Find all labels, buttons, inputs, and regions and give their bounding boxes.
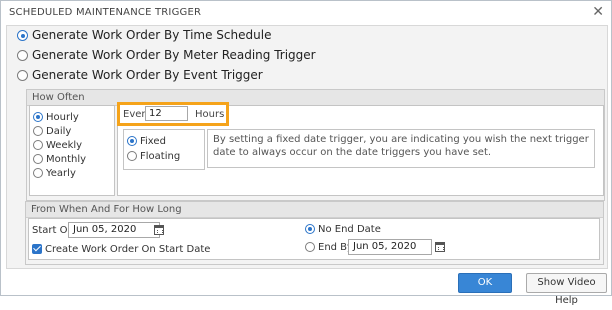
show-video-help-button[interactable]: Show Video Help — [526, 273, 607, 306]
how-often-header: How Often — [27, 90, 604, 106]
calendar-icon[interactable] — [435, 242, 445, 252]
mode-label: Fixed — [140, 136, 166, 147]
radio-icon[interactable] — [17, 50, 28, 61]
close-icon[interactable]: ✕ — [592, 4, 604, 20]
frequency-panel: Hourly Daily Weekly Monthly Yearly — [29, 105, 115, 196]
end-option-no-end-date[interactable]: No End Date — [305, 224, 381, 235]
trigger-option-event[interactable]: Generate Work Order By Event Trigger — [17, 68, 263, 82]
dialog-title: SCHEDULED MAINTENANCE TRIGGER — [9, 7, 202, 18]
frequency-yearly[interactable]: Yearly — [33, 168, 76, 179]
frequency-label: Monthly — [46, 154, 87, 165]
trigger-option-label: Generate Work Order By Meter Reading Tri… — [32, 48, 316, 62]
ok-button[interactable]: OK — [458, 273, 512, 293]
trigger-mode-panel: Fixed Floating — [123, 129, 205, 170]
mode-fixed[interactable]: Fixed — [127, 136, 166, 147]
frequency-label: Yearly — [46, 168, 76, 179]
frequency-label: Hourly — [46, 112, 79, 123]
create-on-start-label: Create Work Order On Start Date — [45, 244, 211, 255]
duration-title: From When And For How Long — [31, 204, 182, 215]
radio-icon[interactable] — [33, 140, 43, 150]
trigger-option-label: Generate Work Order By Event Trigger — [32, 68, 263, 82]
end-option-end-by[interactable]: End By — [305, 242, 353, 253]
start-date-input[interactable]: Jun 05, 2020 — [68, 222, 160, 238]
radio-selected-icon[interactable] — [305, 224, 315, 234]
radio-selected-icon[interactable] — [33, 112, 43, 122]
every-interval-highlight: Every 12 Hours — [117, 102, 229, 126]
duration-header: From When And For How Long — [26, 202, 603, 218]
trigger-option-meter-reading[interactable]: Generate Work Order By Meter Reading Tri… — [17, 48, 316, 62]
frequency-daily[interactable]: Daily — [33, 126, 71, 137]
end-date-input[interactable]: Jun 05, 2020 — [348, 239, 432, 255]
radio-icon[interactable] — [33, 168, 43, 178]
frequency-weekly[interactable]: Weekly — [33, 140, 82, 151]
radio-icon[interactable] — [305, 242, 315, 252]
frequency-label: Daily — [46, 126, 72, 137]
calendar-icon[interactable] — [154, 225, 164, 235]
end-option-label: No End Date — [318, 224, 381, 235]
radio-icon[interactable] — [17, 70, 28, 81]
trigger-option-time-schedule[interactable]: Generate Work Order By Time Schedule — [17, 28, 271, 42]
how-often-title: How Often — [32, 92, 85, 103]
frequency-monthly[interactable]: Monthly — [33, 154, 86, 165]
radio-selected-icon[interactable] — [17, 30, 28, 41]
checkbox-checked-icon[interactable] — [32, 244, 42, 254]
radio-icon[interactable] — [33, 154, 43, 164]
radio-icon[interactable] — [33, 126, 43, 136]
mode-label: Floating — [140, 151, 181, 162]
radio-icon[interactable] — [127, 151, 137, 161]
every-value-input[interactable]: 12 — [145, 106, 188, 121]
frequency-label: Weekly — [46, 140, 83, 151]
trigger-option-label: Generate Work Order By Time Schedule — [32, 28, 272, 42]
unit-label: Hours — [195, 109, 225, 120]
title-bar: SCHEDULED MAINTENANCE TRIGGER ✕ — [1, 1, 611, 25]
mode-floating[interactable]: Floating — [127, 151, 180, 162]
mode-description: By setting a fixed date trigger, you are… — [207, 129, 595, 168]
radio-selected-icon[interactable] — [127, 136, 137, 146]
frequency-hourly[interactable]: Hourly — [33, 112, 79, 123]
scheduled-maintenance-dialog: SCHEDULED MAINTENANCE TRIGGER ✕ Generate… — [0, 0, 612, 306]
